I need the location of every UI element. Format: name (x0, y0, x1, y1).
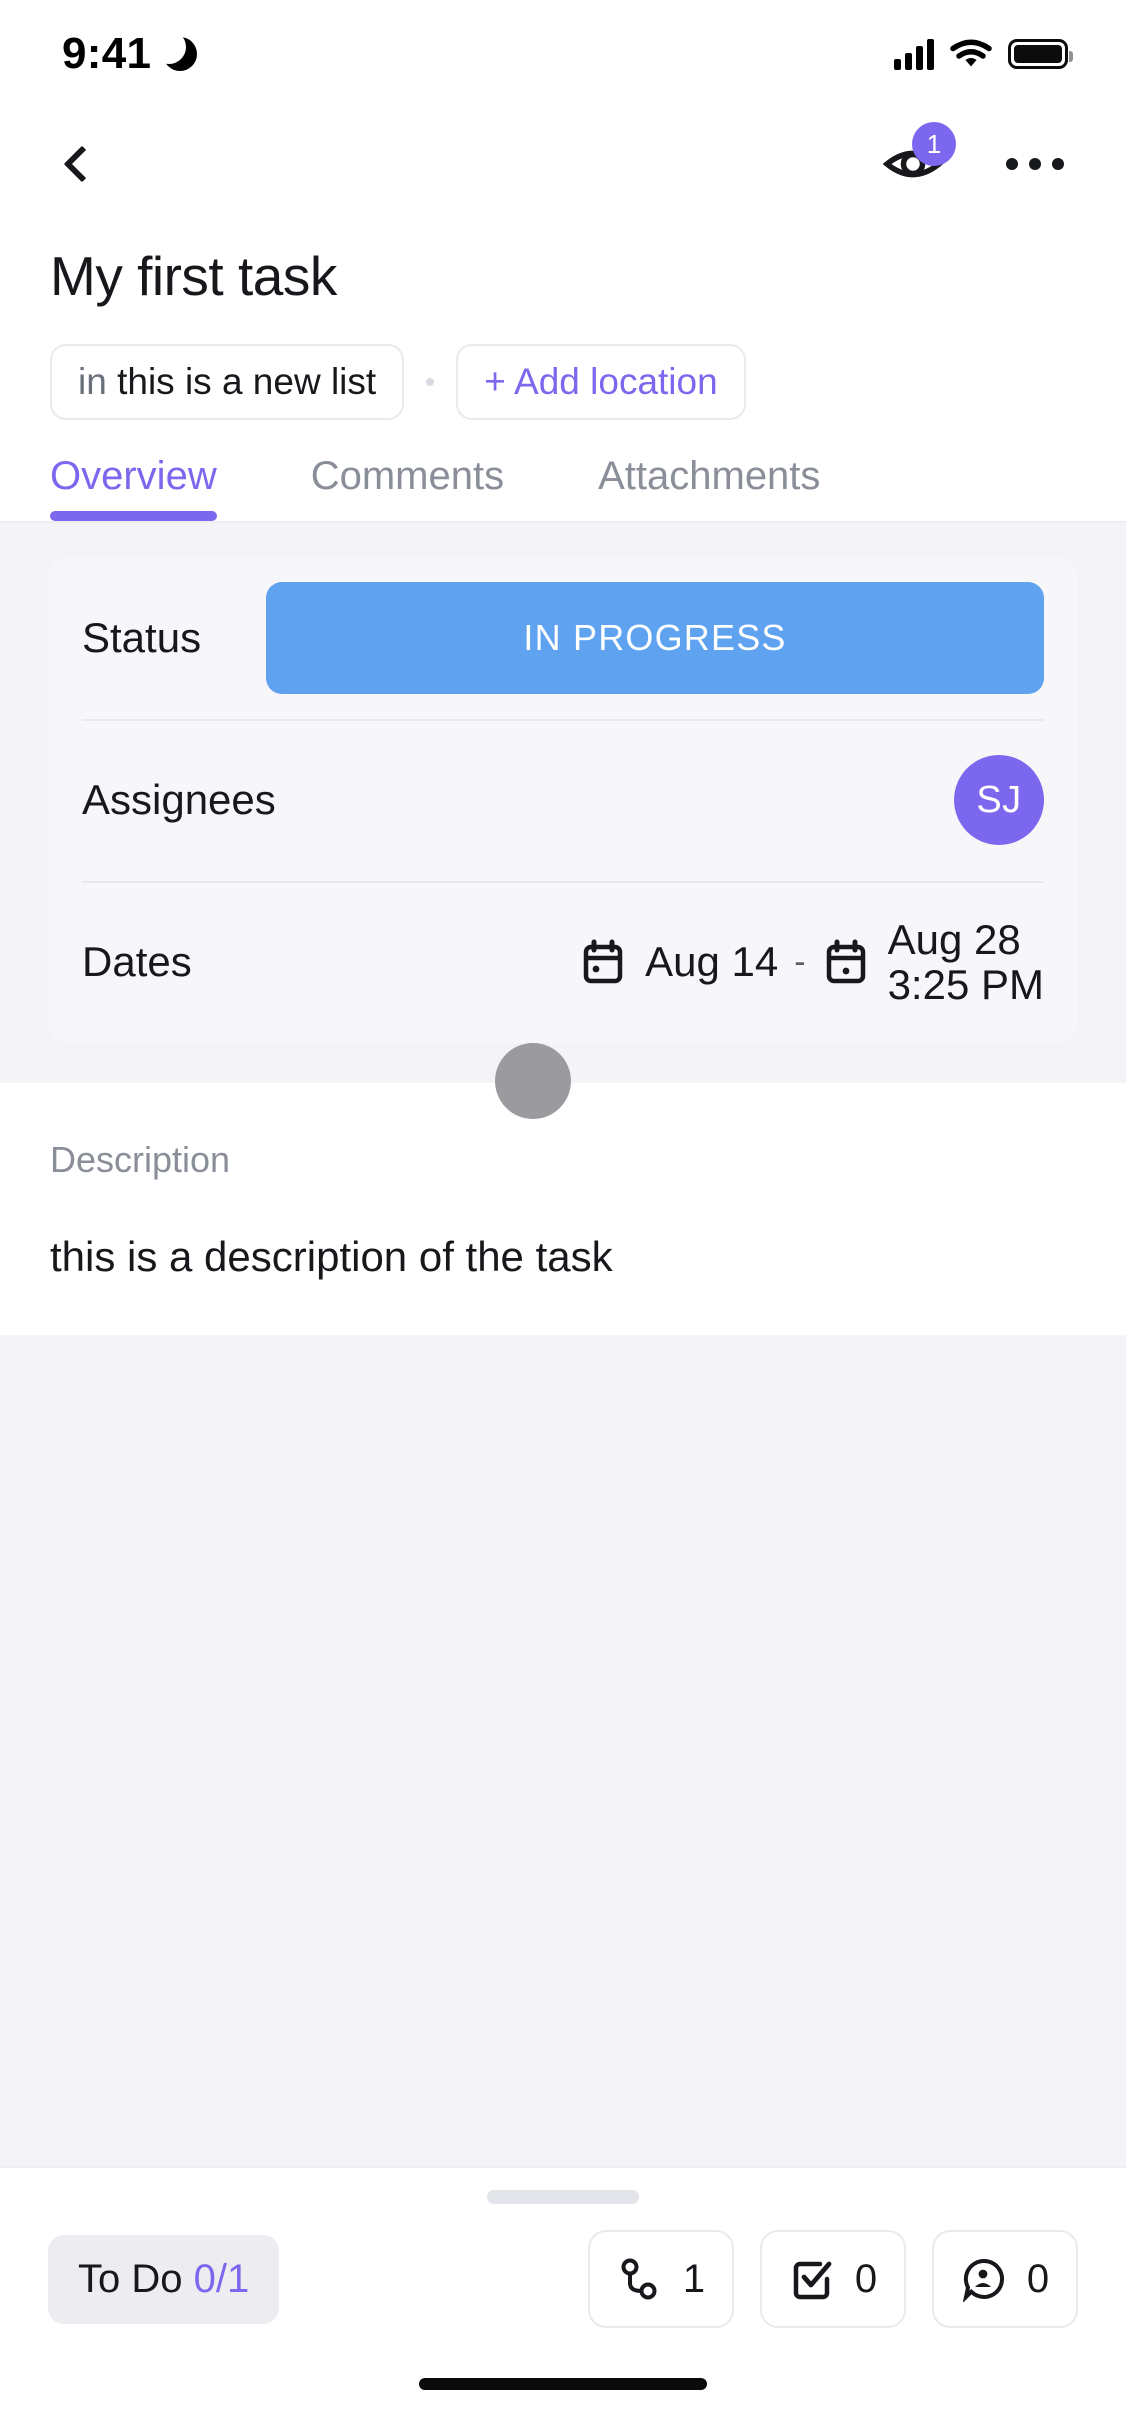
date-separator: - (794, 942, 806, 981)
overview-content: Status IN PROGRESS Assignees SJ Dates Au… (0, 523, 1126, 2166)
location-chip-name: this is a new list (117, 361, 377, 402)
add-location-button[interactable]: + Add location (456, 344, 746, 420)
start-date[interactable]: Aug 14 (645, 938, 778, 986)
home-indicator-area (0, 2350, 1126, 2436)
assignees-label: Assignees (82, 776, 276, 823)
todo-status-pill[interactable]: To Do 0/1 (48, 2234, 280, 2324)
status-bar: 9:41 (0, 0, 1126, 108)
status-row[interactable]: Status IN PROGRESS (48, 557, 1078, 719)
description-body[interactable]: this is a description of the task (50, 1233, 1076, 1281)
status-bar-left: 9:41 (62, 29, 198, 79)
task-header: My first task in this is a new list + Ad… (0, 220, 1126, 420)
bottom-toolbar: To Do 0/1 1 0 0 (0, 2166, 1126, 2436)
end-date[interactable]: Aug 28 3:25 PM (887, 915, 1044, 1008)
battery-full-icon (1008, 39, 1073, 69)
status-label: Status (82, 614, 202, 661)
chevron-left-icon (63, 145, 101, 183)
content-top-gap (0, 523, 1126, 557)
navigation-bar: 1 (0, 108, 1126, 220)
bottom-action-buttons: 1 0 0 (588, 2230, 1078, 2328)
sheet-grabber[interactable] (487, 2190, 639, 2204)
navigation-actions: 1 (880, 122, 1074, 192)
tab-bar: Overview Comments Attachments (0, 454, 1126, 521)
tab-attachments[interactable]: Attachments (598, 454, 820, 521)
home-indicator (419, 2378, 707, 2390)
calendar-icon (579, 938, 627, 986)
status-bar-time: 9:41 (62, 29, 152, 78)
mention-bubble-icon (962, 2258, 1004, 2302)
touch-cursor-indicator (495, 1043, 571, 1119)
status-badge[interactable]: IN PROGRESS (266, 582, 1044, 694)
mentions-button[interactable]: 0 (932, 2230, 1078, 2328)
location-chip-prefix: in (78, 361, 107, 402)
subtasks-count: 1 (682, 2256, 706, 2301)
assignees-row[interactable]: Assignees SJ (48, 719, 1078, 881)
description-section[interactable]: Description this is a description of the… (0, 1083, 1126, 1335)
subtask-link-icon (621, 2258, 657, 2300)
todo-fraction: 0/1 (193, 2256, 250, 2301)
checklist-button[interactable]: 0 (760, 2230, 906, 2328)
cellular-signal-icon (894, 38, 934, 70)
calendar-icon (822, 938, 870, 986)
page-title[interactable]: My first task (50, 244, 1076, 308)
dates-value: Aug 14 - Aug 28 3:25 PM (579, 915, 1044, 1008)
tab-overview[interactable]: Overview (50, 454, 217, 521)
bottom-toolbar-inner: To Do 0/1 1 0 0 (0, 2204, 1126, 2350)
avatar[interactable]: SJ (954, 755, 1044, 845)
location-chip[interactable]: in this is a new list (50, 344, 405, 420)
subtasks-button[interactable]: 1 (588, 2230, 734, 2328)
header-chip-row: in this is a new list + Add location (50, 344, 1076, 420)
mentions-count: 0 (1026, 2256, 1050, 2301)
checklist-icon (793, 2261, 832, 2300)
more-options-button[interactable] (996, 148, 1074, 180)
dates-row[interactable]: Dates Aug 14 - Aug 28 3:25 PM (48, 881, 1078, 1043)
todo-label: To Do (78, 2256, 183, 2301)
status-bar-right (894, 38, 1073, 70)
back-button[interactable] (46, 128, 118, 200)
dates-label: Dates (82, 938, 192, 985)
end-date-time: 3:25 PM (887, 961, 1044, 1008)
crescent-moon-icon (152, 30, 198, 71)
wifi-icon (950, 39, 992, 70)
assignees-value: SJ (954, 755, 1044, 845)
chip-separator-dot (426, 378, 435, 386)
tab-comments[interactable]: Comments (311, 454, 504, 521)
content-filler (0, 1335, 1126, 2166)
ellipsis-icon (1006, 158, 1018, 170)
description-label: Description (50, 1139, 231, 1180)
watchers-count-badge: 1 (912, 122, 956, 166)
watchers-button[interactable]: 1 (880, 122, 956, 192)
properties-card: Status IN PROGRESS Assignees SJ Dates Au… (48, 557, 1078, 1043)
checklist-count: 0 (854, 2256, 878, 2301)
task-detail-screen: 9:41 1 My first task in this is a new li… (0, 0, 1126, 2436)
end-date-day: Aug 28 (887, 915, 1021, 963)
